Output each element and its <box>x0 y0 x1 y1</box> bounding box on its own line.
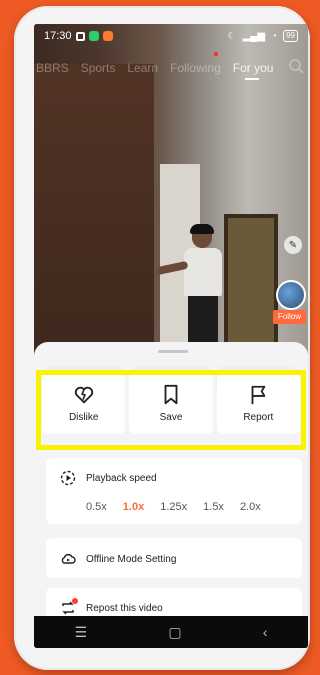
follow-button[interactable]: Follow <box>272 310 306 324</box>
moon-icon: ☾ <box>227 30 237 42</box>
back-icon[interactable]: ‹ <box>263 624 268 640</box>
speed-option-1-25x[interactable]: 1.25x <box>160 501 187 513</box>
speed-option-2-0x[interactable]: 2.0x <box>240 501 261 513</box>
playback-speed-card: Playback speed 0.5x 1.0x 1.25x 1.5x 2.0x <box>46 458 302 524</box>
speed-option-1-0x[interactable]: 1.0x <box>123 501 144 513</box>
tab-bbrs[interactable]: BBRS <box>36 61 69 75</box>
speed-option-0-5x[interactable]: 0.5x <box>86 501 107 513</box>
battery-icon: 99 <box>283 30 298 42</box>
video-door <box>34 64 154 364</box>
tab-following[interactable]: Following <box>170 61 221 75</box>
more-options-sheet: Dislike Save Report Playback speed 0.5x … <box>34 342 308 628</box>
edit-icon[interactable]: ✎ <box>284 236 302 254</box>
menu-icon[interactable]: ☰ <box>75 624 88 641</box>
tab-for-you[interactable]: For you <box>233 61 273 80</box>
app-screen: 17:30 ☾ ▂▄▆ ◔ 99 BBRS Sports Learn Follo… <box>34 24 308 648</box>
status-bar: 17:30 ☾ ▂▄▆ ◔ 99 <box>34 24 308 48</box>
phone-app-icon <box>88 31 99 41</box>
notification-icon <box>75 31 85 41</box>
avatar[interactable] <box>276 280 306 310</box>
wifi-icon: ◔ <box>271 30 278 42</box>
tab-learn[interactable]: Learn <box>127 61 158 75</box>
top-nav: BBRS Sports Learn Following For you <box>34 56 308 80</box>
highlight-box <box>36 370 306 450</box>
cloud-play-icon <box>61 553 76 564</box>
tab-sports[interactable]: Sports <box>81 61 116 75</box>
home-icon[interactable]: ▢ <box>168 624 181 641</box>
repost-badge <box>72 598 78 604</box>
offline-mode-setting-button[interactable]: Offline Mode Setting <box>46 538 302 578</box>
signal-icon: ▂▄▆ <box>242 30 266 42</box>
clock: 17:30 <box>44 30 72 42</box>
playback-speed-title: Playback speed <box>86 472 157 484</box>
search-icon[interactable] <box>288 58 304 74</box>
repost-label: Repost this video <box>86 602 163 614</box>
playback-speed-icon <box>60 470 76 486</box>
system-nav-bar: ☰ ▢ ‹ <box>34 616 308 648</box>
sheet-handle[interactable] <box>158 350 188 353</box>
offline-mode-label: Offline Mode Setting <box>86 553 177 565</box>
app-badge-icon <box>102 31 113 41</box>
speed-option-1-5x[interactable]: 1.5x <box>203 501 224 513</box>
speed-options: 0.5x 1.0x 1.25x 1.5x 2.0x <box>86 501 261 513</box>
